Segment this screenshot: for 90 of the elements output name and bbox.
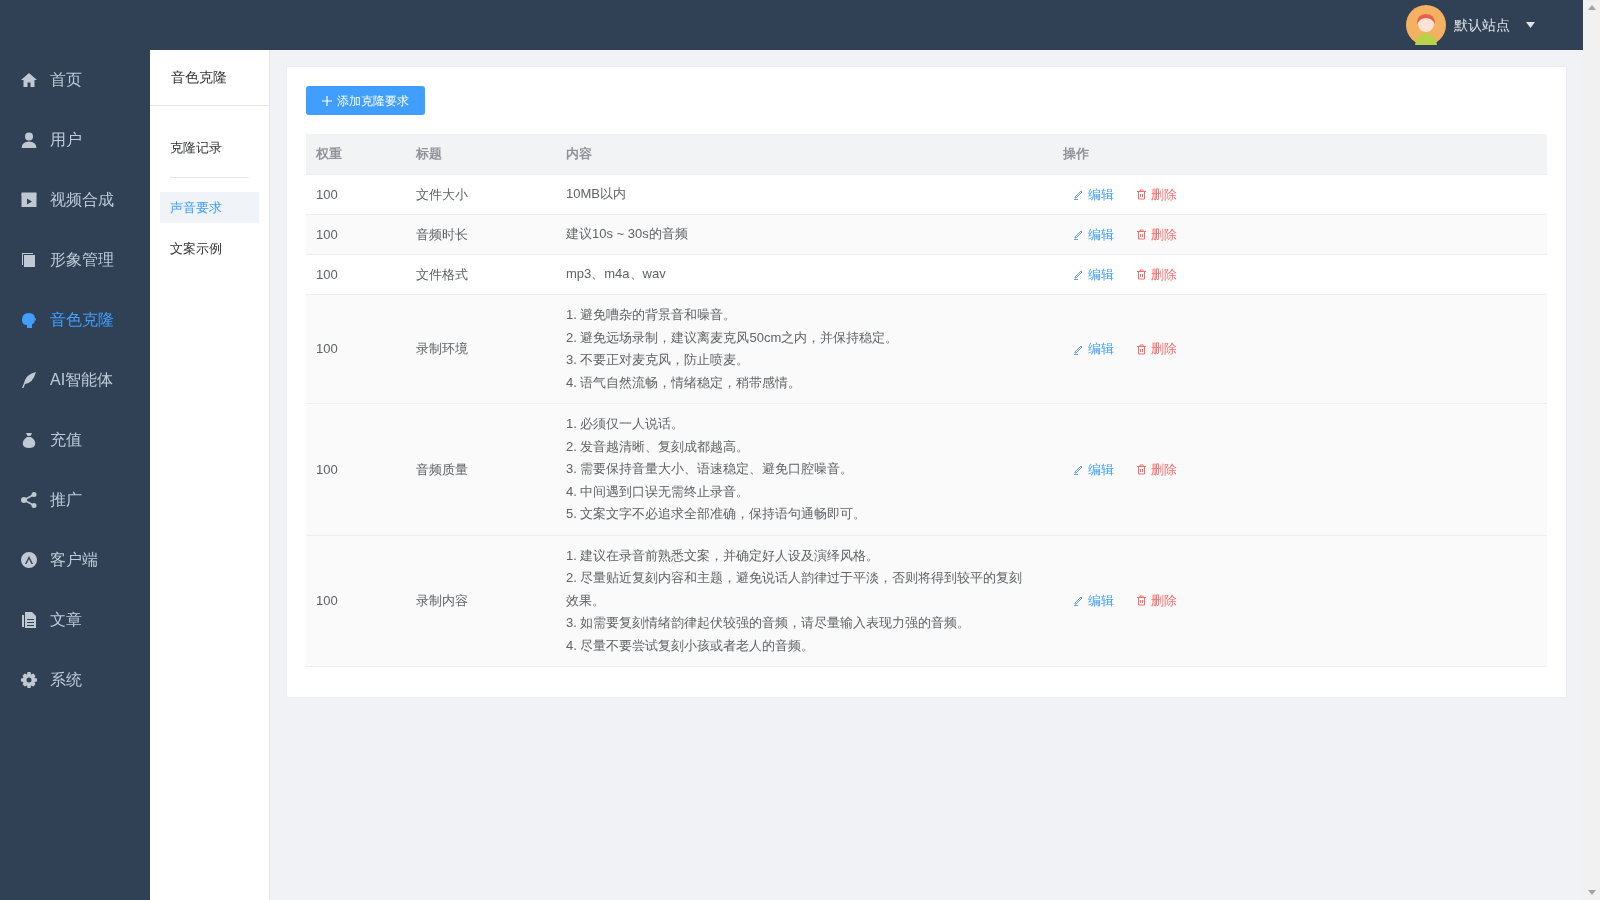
subnav-item[interactable]: 声音要求 [160,192,259,223]
content-line: 1. 避免嘈杂的背景音和噪音。 [566,307,737,322]
pencil-icon [1073,463,1084,475]
document-icon [20,611,38,629]
subnav-item[interactable]: 克隆记录 [160,132,259,163]
content-line: 1. 建议在录音前熟悉文案，并确定好人设及演绎风格。 [566,547,880,563]
edit-link[interactable]: 编辑 [1073,339,1114,359]
home-icon [20,71,38,89]
scroll-down-icon[interactable] [1587,890,1596,895]
content-line: 4. 中间遇到口误无需终止录音。 [566,483,750,499]
sidebar-item[interactable]: AI智能体 [0,350,150,410]
delete-link[interactable]: 删除 [1136,591,1177,611]
content-line: 10MB以内 [566,186,626,202]
scrollbar[interactable] [1583,0,1600,900]
content-line: 2. 避免远场录制，建议离麦克风50cm之内，并保持稳定。 [566,329,899,345]
table-cell: 100 [316,266,338,282]
content-line: mp3、m4a、wav [566,266,666,282]
pencil-icon [1073,189,1084,200]
table-cell: 100 [316,186,338,202]
sidebar-item[interactable]: 文章 [0,590,150,650]
sidebar-item[interactable]: 用户 [0,110,150,170]
table-cell: 音频时长 [416,226,468,242]
table-cell: 100 [316,461,338,477]
money-bag-icon [20,431,38,449]
pencil-icon [1073,343,1084,355]
delete-link[interactable]: 删除 [1136,224,1177,245]
content-line: 2. 尽量贴近复刻内容和主题，避免说话人韵律过于平淡，否则将得到较平的复刻效果。 [566,570,1023,608]
caret-icon[interactable] [1526,22,1535,28]
table-cell: 文件大小 [416,186,468,202]
edit-link[interactable]: 编辑 [1073,184,1114,205]
table-cell: 文件格式 [416,266,468,282]
sidebar-item[interactable]: 系统 [0,650,150,710]
content-line: 4. 尽量不要尝试复刻小孩或者老人的音频。 [566,637,815,653]
delete-link[interactable]: 删除 [1136,459,1177,479]
trash-icon [1136,463,1147,475]
content-line: 5. 文案文字不必追求全部准确，保持语句通畅即可。 [566,506,867,521]
table-cell: 100 [316,226,338,242]
edit-link[interactable]: 编辑 [1073,224,1114,245]
add-button[interactable]: 添加克隆要求 [306,86,425,115]
content-line: 3. 不要正对麦克风，防止喷麦。 [566,352,750,367]
subnav-item[interactable]: 文案示例 [160,233,259,264]
delete-link[interactable]: 删除 [1136,264,1177,285]
table-cell: 录制内容 [416,593,468,608]
user-icon [20,131,38,149]
settings-icon [20,671,38,689]
edit-link[interactable]: 编辑 [1073,591,1114,611]
avatar-icon[interactable] [1406,5,1446,45]
content-line: 建议10s ~ 30s的音频 [566,226,688,242]
column-header: 权重 [316,146,342,162]
trash-icon [1136,595,1147,607]
column-header: 内容 [566,146,592,162]
content-line: 4. 语气自然流畅，情绪稳定，稍带感情。 [566,374,802,390]
content-line: 3. 如需要复刻情绪韵律起伏较强的音频，请尽量输入表现力强的音频。 [566,615,971,630]
trash-icon [1136,269,1147,280]
app-store-icon [20,551,38,569]
sidebar-item[interactable]: 充值 [0,410,150,470]
subnav-title: 音色克隆 [171,68,227,87]
share-icon [20,491,38,509]
edit-link[interactable]: 编辑 [1073,264,1114,285]
pencil-icon [1073,595,1084,607]
sidebar-item[interactable]: 音色克隆 [0,290,150,350]
column-header: 操作 [1063,146,1089,162]
sidebar-item[interactable]: 推广 [0,470,150,530]
delete-link[interactable]: 删除 [1136,339,1177,359]
film-icon [20,191,38,209]
sidebar-item[interactable]: 首页 [0,50,150,110]
pages-icon [20,251,38,269]
pencil-icon [1073,229,1084,240]
feather-icon [20,371,38,389]
trash-icon [1136,229,1147,240]
content-line: 1. 必须仅一人说话。 [566,416,685,431]
pencil-icon [1073,269,1084,280]
trash-icon [1136,343,1147,355]
table-cell: 100 [316,341,338,357]
table-cell: 100 [316,593,338,608]
plus-icon [322,95,332,106]
content-line: 2. 发音越清晰、复刻成都越高。 [566,438,750,454]
table-cell: 录制环境 [416,341,468,357]
sidebar-item[interactable]: 视频合成 [0,170,150,230]
scroll-up-icon[interactable] [1587,5,1596,10]
table-cell: 音频质量 [416,461,468,477]
site-name[interactable]: 默认站点 [1454,14,1510,36]
delete-link[interactable]: 删除 [1136,184,1177,205]
column-header: 标题 [416,146,442,162]
trash-icon [1136,189,1147,200]
content-line: 3. 需要保持音量大小、语速稳定、避免口腔噪音。 [566,461,854,476]
speech-head-icon [20,311,38,329]
edit-link[interactable]: 编辑 [1073,459,1114,479]
sidebar-item[interactable]: 客户端 [0,530,150,590]
sidebar-item[interactable]: 形象管理 [0,230,150,290]
